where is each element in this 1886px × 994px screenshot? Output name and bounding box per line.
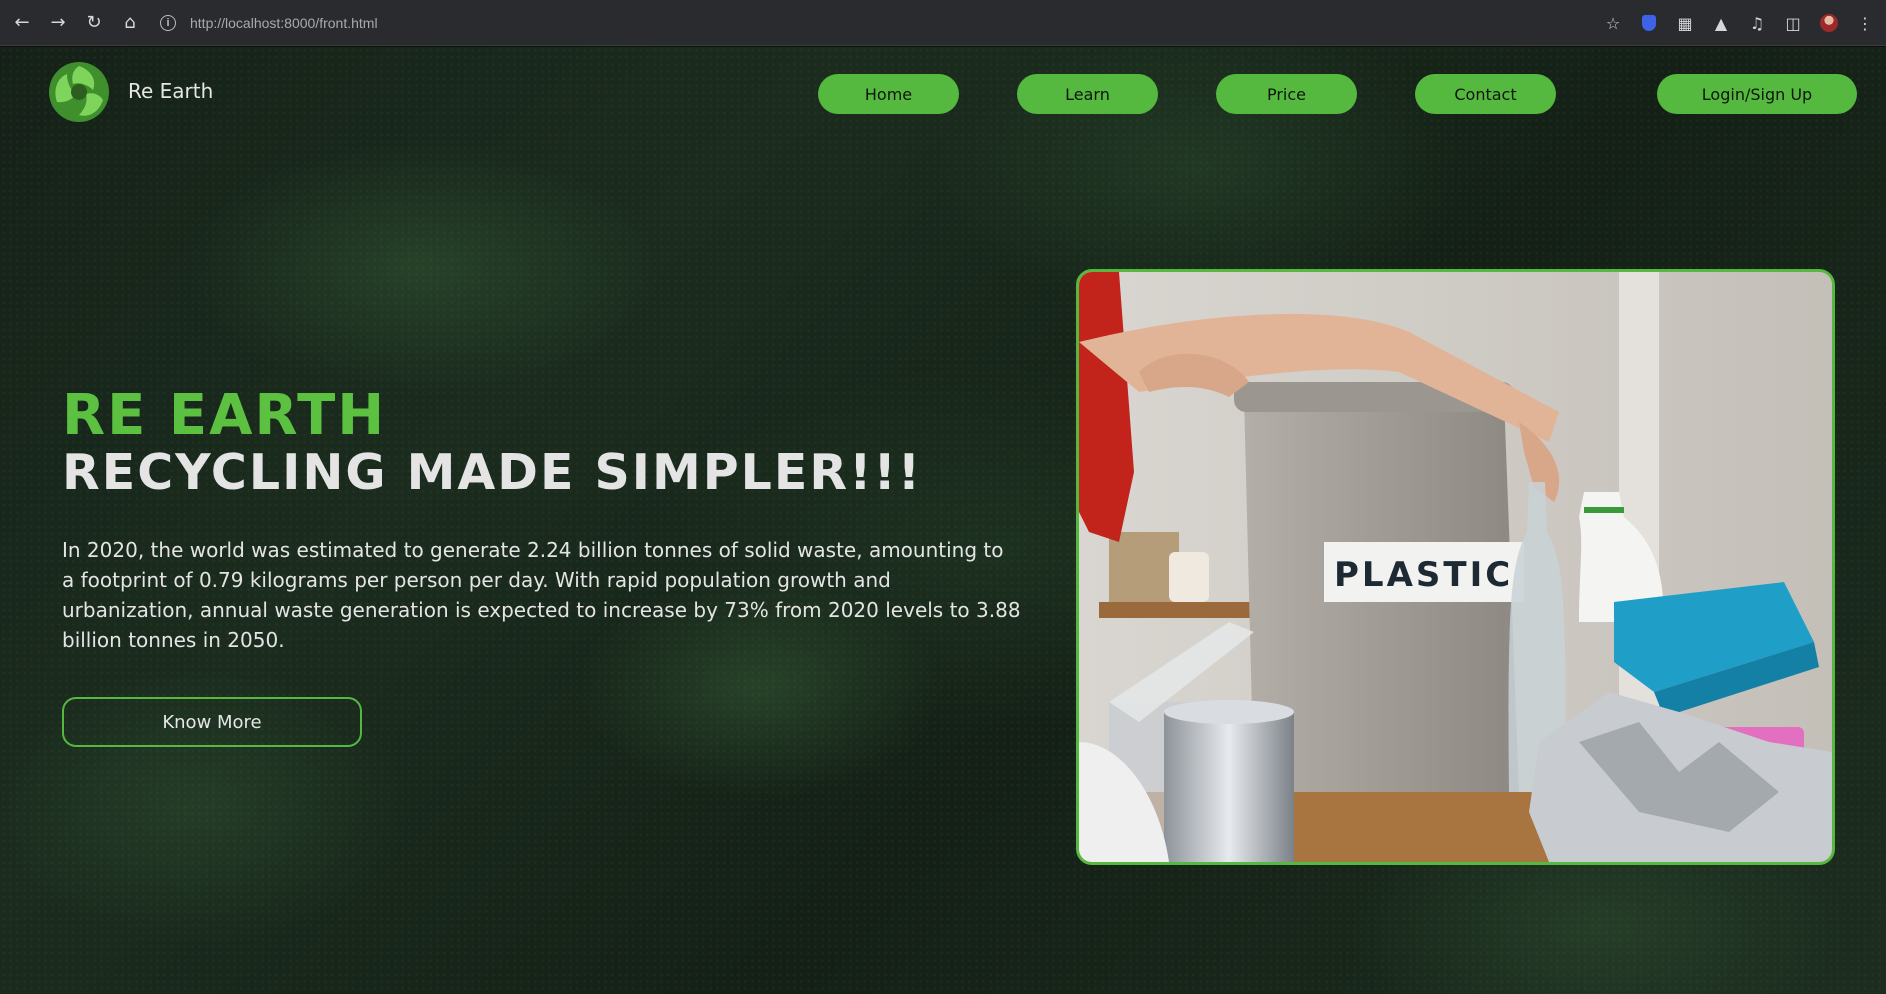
- media-control-icon[interactable]: ♫: [1742, 8, 1772, 38]
- login-signup-button[interactable]: Login/Sign Up: [1657, 74, 1857, 114]
- bitwarden-shield-icon[interactable]: [1634, 8, 1664, 38]
- hero-image: PLASTIC: [1076, 269, 1835, 865]
- nav-home-button[interactable]: Home: [818, 74, 959, 114]
- hero-subtitle: RECYCLING MADE SIMPLER!!!: [62, 444, 923, 501]
- profile-avatar[interactable]: [1814, 8, 1844, 38]
- page-background: Re Earth Home Learn Price Contact Login/…: [0, 47, 1886, 994]
- recycle-logo-icon[interactable]: [47, 60, 111, 124]
- know-more-button[interactable]: Know More: [62, 697, 362, 747]
- extensions-icon[interactable]: ▦: [1670, 8, 1700, 38]
- side-panel-icon[interactable]: ◫: [1778, 8, 1808, 38]
- labs-icon[interactable]: ▲: [1706, 8, 1736, 38]
- nav-contact-button[interactable]: Contact: [1415, 74, 1556, 114]
- browser-toolbar: ← → ↻ ⌂ i http://localhost:8000/front.ht…: [0, 0, 1886, 46]
- info-icon[interactable]: i: [160, 14, 176, 31]
- home-icon[interactable]: ⌂: [112, 5, 148, 41]
- recycling-bin-illustration: PLASTIC: [1079, 272, 1832, 862]
- address-bar[interactable]: i http://localhost:8000/front.html: [160, 14, 378, 31]
- brand-name[interactable]: Re Earth: [128, 79, 213, 103]
- reload-icon[interactable]: ↻: [76, 5, 112, 41]
- hero-title: RE EARTH: [62, 383, 387, 448]
- nav-learn-button[interactable]: Learn: [1017, 74, 1158, 114]
- bookmark-star-icon[interactable]: ☆: [1598, 8, 1628, 38]
- forward-icon[interactable]: →: [40, 5, 76, 41]
- back-icon[interactable]: ←: [4, 5, 40, 41]
- url-text[interactable]: http://localhost:8000/front.html: [190, 15, 378, 31]
- nav-price-button[interactable]: Price: [1216, 74, 1357, 114]
- plastic-label: PLASTIC: [1334, 555, 1513, 595]
- menu-icon[interactable]: ⋮: [1850, 8, 1880, 38]
- hero-paragraph: In 2020, the world was estimated to gene…: [62, 538, 1021, 652]
